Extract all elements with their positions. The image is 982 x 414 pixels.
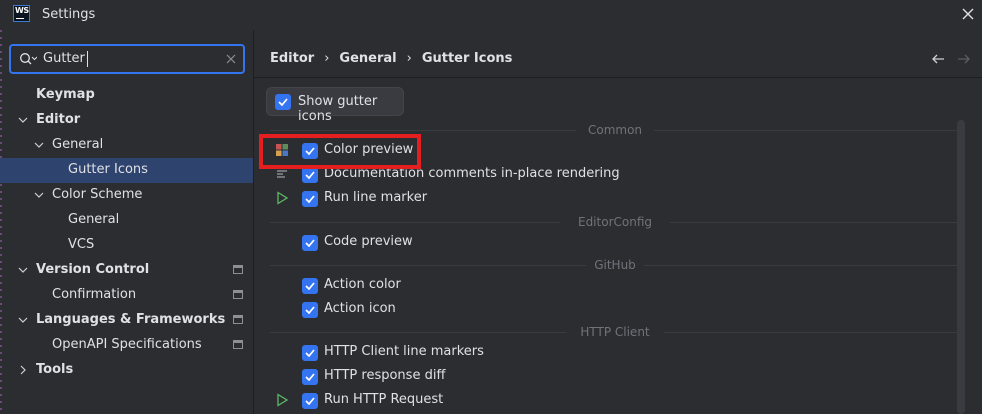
- close-icon: [962, 8, 974, 20]
- checkmark-icon: [305, 239, 315, 248]
- setting-row-action-color[interactable]: Action color: [270, 274, 960, 298]
- breadcrumb-separator-icon: ›: [406, 51, 412, 66]
- checkmark-icon: [278, 98, 288, 107]
- setting-row-code-preview[interactable]: Code preview: [270, 231, 960, 255]
- setting-label: Action icon: [324, 301, 396, 316]
- setting-row-run-http-request[interactable]: Run HTTP Request: [270, 389, 960, 413]
- setting-row-http-response-diff[interactable]: HTTP response diff: [270, 365, 960, 389]
- settings-main-panel: Editor › General › Gutter Icons Show gutter …: [254, 30, 982, 414]
- sidebar-item-label: OpenAPI Specifications: [52, 337, 202, 352]
- group-header-github: GitHub: [270, 258, 960, 272]
- checkmark-icon: [305, 282, 315, 291]
- checkbox[interactable]: [275, 94, 291, 110]
- checkmark-icon: [305, 195, 315, 204]
- sidebar-item-color-scheme[interactable]: Color Scheme: [0, 183, 253, 208]
- webstorm-logo-icon: WS: [13, 5, 30, 22]
- highlight-annotation: [259, 134, 421, 169]
- project-settings-icon: [233, 290, 243, 299]
- sidebar-item-label: General: [52, 137, 104, 152]
- chevron-right-icon[interactable]: [18, 365, 28, 375]
- breadcrumb-item[interactable]: General: [339, 51, 396, 66]
- sidebar-item-gutter-icons[interactable]: Gutter Icons: [0, 158, 253, 183]
- project-settings-icon: [233, 340, 243, 349]
- checkbox-label: Show gutter icons: [298, 94, 378, 124]
- checkmark-icon: [305, 349, 315, 358]
- breadcrumb: Editor › General › Gutter Icons: [270, 51, 512, 66]
- window-title: Settings: [42, 7, 96, 22]
- sidebar-item-label: Tools: [36, 362, 74, 377]
- back-arrow-icon[interactable]: [930, 51, 946, 67]
- checkbox[interactable]: [302, 393, 318, 409]
- setting-label: Action color: [324, 277, 401, 292]
- group-header-http-client: HTTP Client: [270, 325, 960, 339]
- checkbox[interactable]: [302, 167, 318, 183]
- search-input[interactable]: Gutter: [9, 44, 245, 74]
- setting-label: Code preview: [324, 234, 413, 249]
- scrollbar[interactable]: [957, 120, 965, 414]
- checkmark-icon: [305, 373, 315, 382]
- sidebar-item-label: Languages & Frameworks: [36, 312, 226, 327]
- chevron-down-icon[interactable]: [18, 315, 28, 325]
- checkmark-icon: [305, 397, 315, 406]
- sidebar-item-general[interactable]: General: [0, 133, 253, 158]
- title-bar: WS Settings: [0, 0, 982, 30]
- text-caret: [87, 51, 88, 67]
- search-icon: [20, 53, 37, 65]
- chevron-down-icon[interactable]: [18, 115, 28, 125]
- sidebar-item-label: VCS: [68, 237, 95, 252]
- sidebar-item-tools[interactable]: Tools: [0, 358, 253, 383]
- sidebar-item-version-control[interactable]: Version Control: [0, 258, 253, 283]
- chevron-down-icon[interactable]: [34, 190, 44, 200]
- sidebar-item-vcs[interactable]: VCS: [0, 233, 253, 258]
- search-value: Gutter: [43, 51, 85, 66]
- checkbox[interactable]: [302, 369, 318, 385]
- sidebar-item-editor[interactable]: Editor: [0, 108, 253, 133]
- chevron-down-icon[interactable]: [34, 140, 44, 150]
- run-icon: [277, 191, 289, 205]
- checkmark-icon: [305, 306, 315, 315]
- checkbox[interactable]: [302, 345, 318, 361]
- chevron-down-icon[interactable]: [18, 265, 28, 275]
- sidebar-item-label: Confirmation: [52, 287, 137, 302]
- setting-row-run-line-marker[interactable]: Run line marker: [270, 187, 960, 211]
- sidebar-item-label: Keymap: [36, 87, 95, 102]
- project-settings-icon: [233, 315, 243, 324]
- setting-row-action-icon[interactable]: Action icon: [270, 298, 960, 322]
- sidebar-item-label: General: [68, 212, 120, 227]
- setting-label: HTTP Client line markers: [324, 344, 484, 359]
- gutter-icons-content: Show gutter icons Common Color preview D…: [254, 78, 982, 414]
- checkbox[interactable]: [302, 235, 318, 251]
- checkbox[interactable]: [302, 302, 318, 318]
- setting-row-http-line-markers[interactable]: HTTP Client line markers: [270, 341, 960, 365]
- settings-sidebar: Gutter Keymap Editor General Gutter Icon…: [0, 30, 253, 414]
- checkmark-icon: [305, 171, 315, 180]
- forward-arrow-icon[interactable]: [956, 51, 972, 67]
- breadcrumb-item[interactable]: Editor: [270, 51, 314, 66]
- sidebar-item-label: Editor: [36, 112, 81, 127]
- show-gutter-icons-checkbox[interactable]: Show gutter icons: [266, 87, 404, 124]
- clear-search-icon[interactable]: [225, 53, 237, 65]
- sidebar-item-openapi[interactable]: OpenAPI Specifications: [0, 333, 253, 358]
- setting-label: Run HTTP Request: [324, 392, 444, 407]
- setting-label: Run line marker: [324, 190, 428, 205]
- run-icon: [277, 393, 289, 407]
- setting-label: HTTP response diff: [324, 368, 446, 383]
- sidebar-item-keymap[interactable]: Keymap: [0, 83, 253, 108]
- app-logo-text: WS: [15, 6, 29, 15]
- checkbox[interactable]: [302, 191, 318, 207]
- breadcrumb-separator-icon: ›: [324, 51, 330, 66]
- sidebar-item-languages-frameworks[interactable]: Languages & Frameworks: [0, 308, 253, 333]
- checkbox[interactable]: [302, 278, 318, 294]
- sidebar-item-color-scheme-general[interactable]: General: [0, 208, 253, 233]
- group-header-editorconfig: EditorConfig: [270, 215, 960, 229]
- sidebar-item-label: Version Control: [36, 262, 150, 277]
- project-settings-icon: [233, 265, 243, 274]
- sidebar-item-confirmation[interactable]: Confirmation: [0, 283, 253, 308]
- close-button[interactable]: [958, 4, 978, 24]
- sidebar-item-label: Color Scheme: [52, 187, 143, 202]
- breadcrumb-item: Gutter Icons: [421, 51, 513, 66]
- sidebar-item-label: Gutter Icons: [68, 162, 148, 177]
